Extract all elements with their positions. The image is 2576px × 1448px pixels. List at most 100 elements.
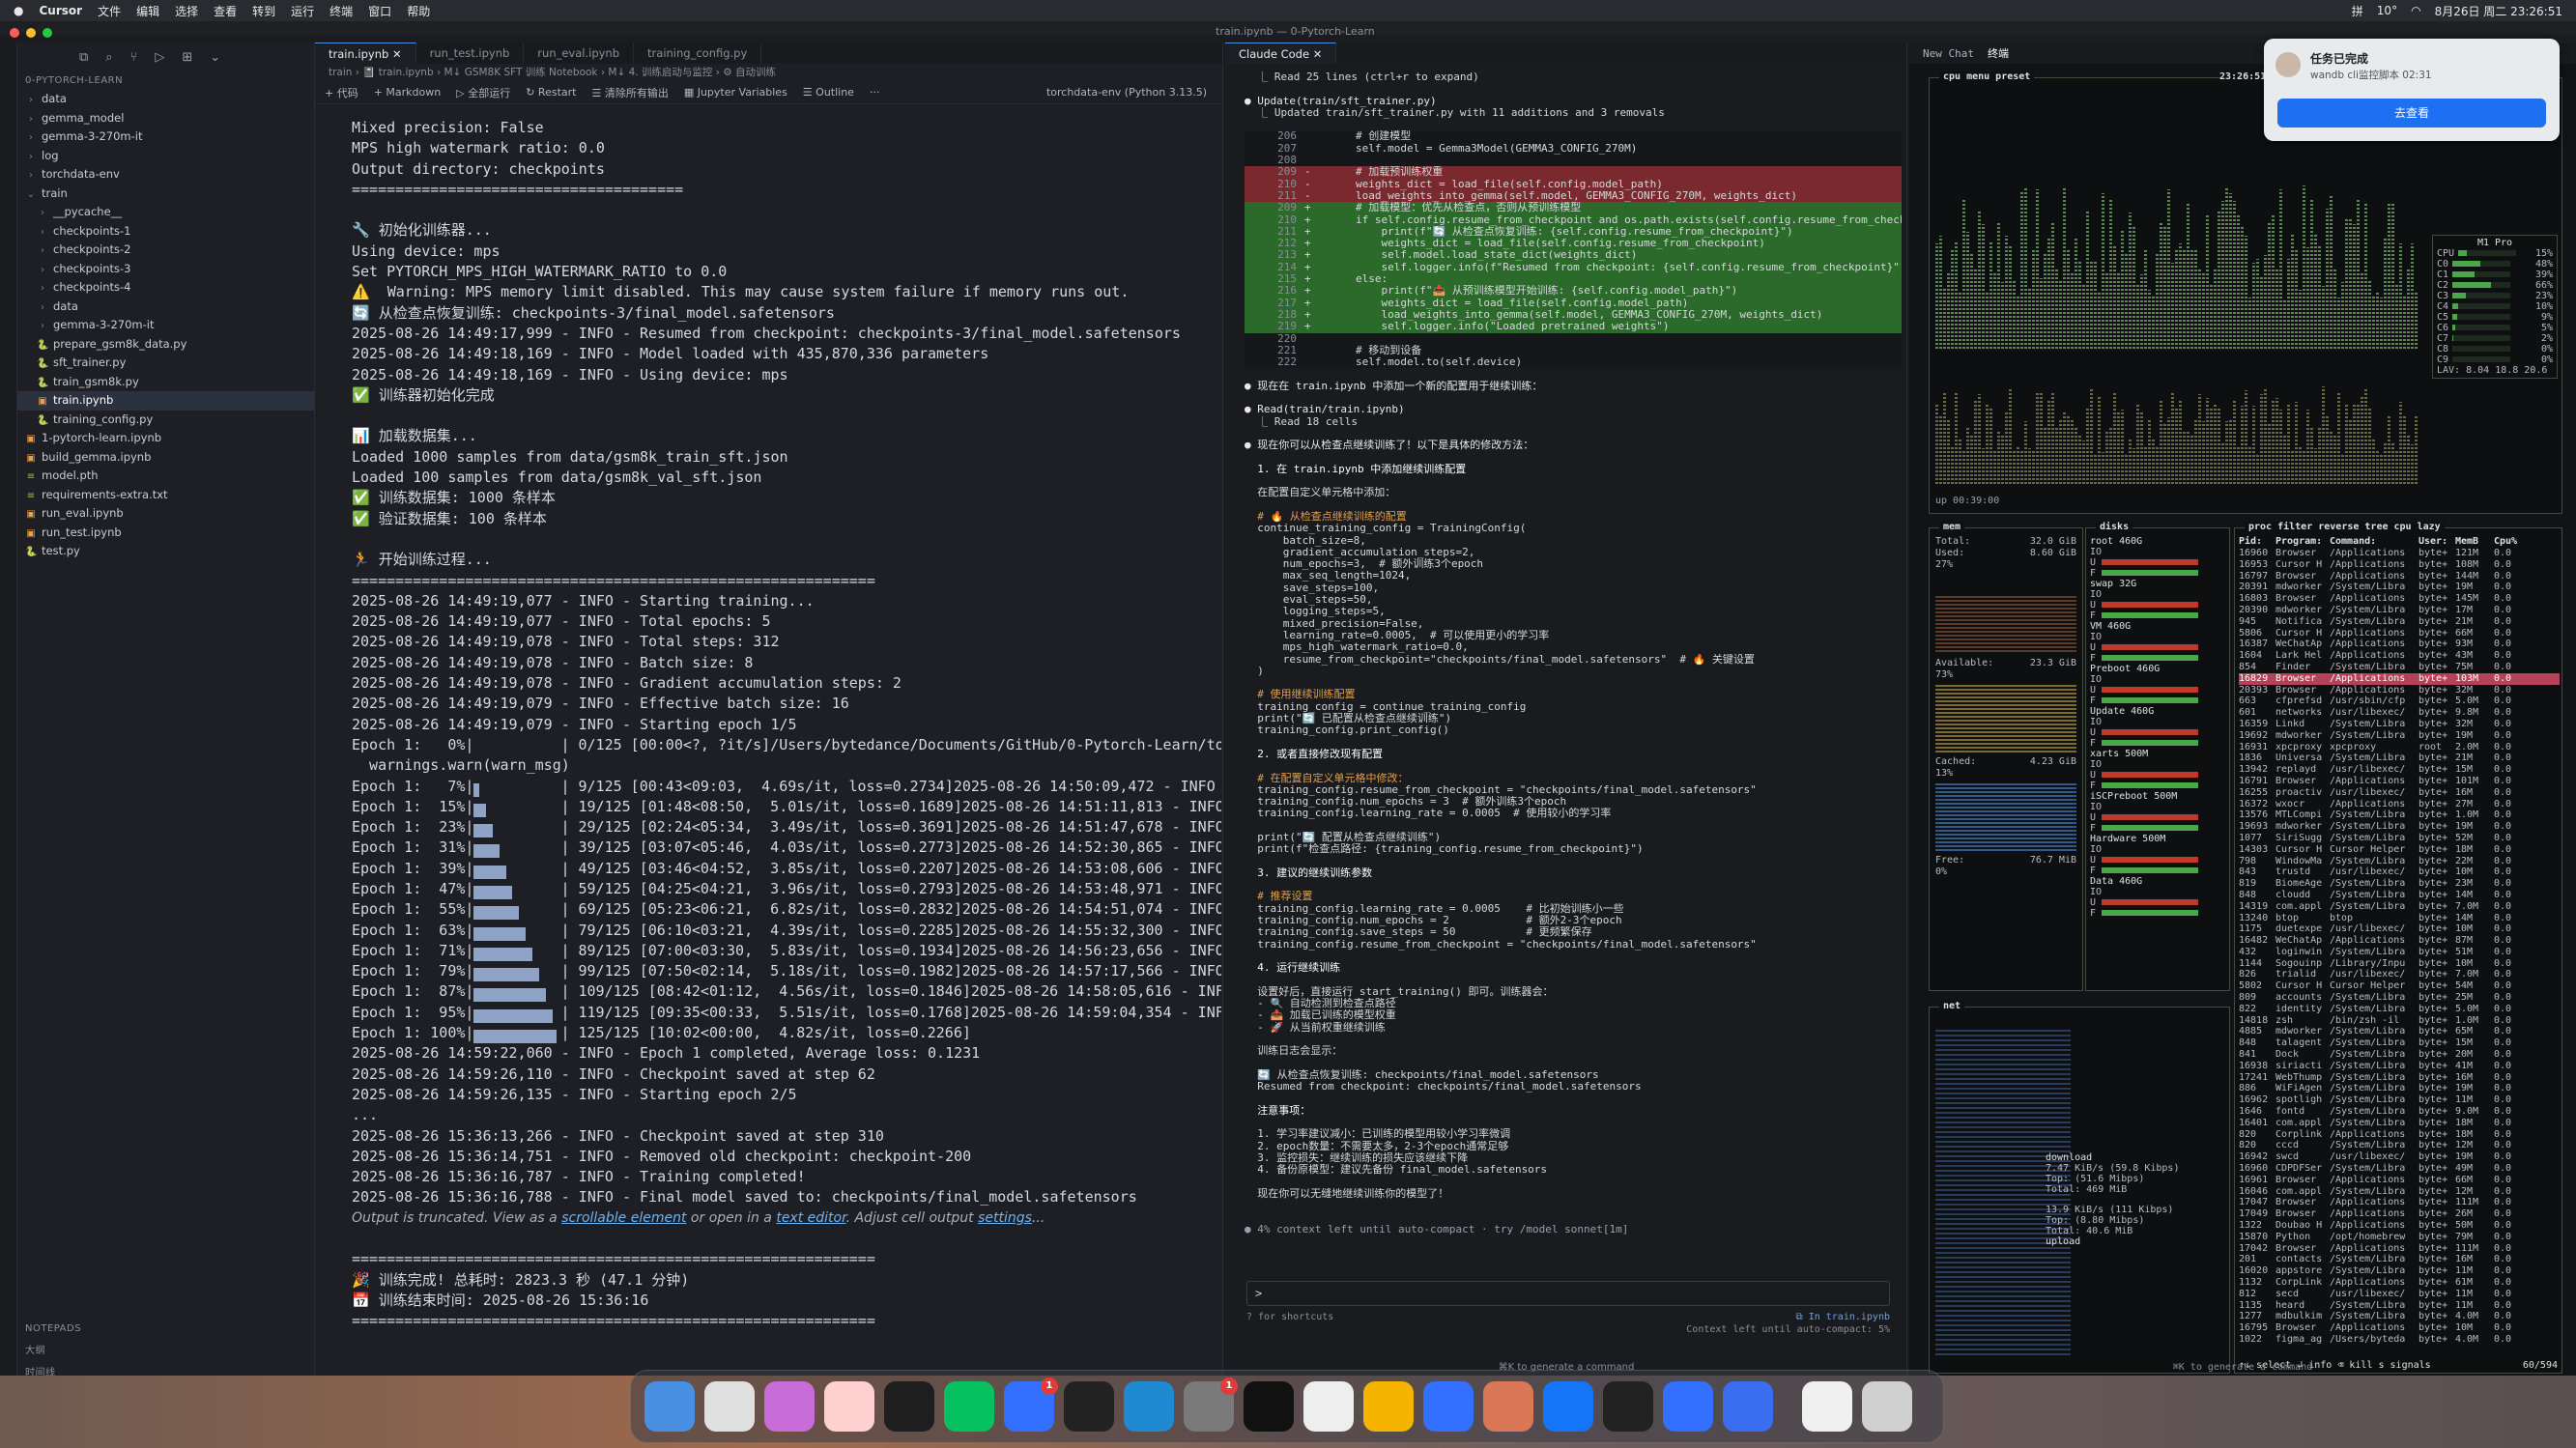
file-tree-item[interactable]: › gemma_model	[17, 109, 314, 128]
proc-row[interactable]: 432 loginwin/System/Libra byte+ 51M 0.0	[2239, 947, 2560, 958]
settings-link[interactable]: settings	[978, 1210, 1032, 1226]
cursor-icon[interactable]	[1244, 1381, 1294, 1432]
proc-row[interactable]: 1277 mdbulkim/System/Libra byte+ 4.0M 0.0	[2239, 1311, 2560, 1322]
proc-row[interactable]: 1322 Doubao H/Applications byte+ 50M 0.0	[2239, 1220, 2560, 1232]
proc-row[interactable]: 5806 Cursor H/Applications byte+ 66M 0.0	[2239, 628, 2560, 639]
proc-row[interactable]: 4885 mdworker/System/Libra byte+ 65M 0.0	[2239, 1026, 2560, 1037]
proc-row[interactable]: 848 cloudd/System/Libra byte+ 14M 0.0	[2239, 890, 2560, 901]
proc-row[interactable]: 819 BiomeAge/System/Libra byte+ 23M 0.0	[2239, 878, 2560, 890]
file-tree-item[interactable]: › checkpoints-2	[17, 241, 314, 260]
source-control-icon[interactable]: ⑂	[130, 50, 138, 65]
proc-row[interactable]: 848 talagent/System/Libra byte+ 15M 0.0	[2239, 1037, 2560, 1049]
file-tree-item[interactable]: › torchdata-env	[17, 165, 314, 185]
input-method-indicator[interactable]: 拼	[2352, 3, 2363, 19]
tab-terminal[interactable]: 终端	[1988, 45, 2009, 61]
proc-row[interactable]: 14818 zsh/bin/zsh -il byte+ 1.0M 0.0	[2239, 1015, 2560, 1027]
claude-icon[interactable]	[1483, 1381, 1533, 1432]
proc-row[interactable]: 14303 Cursor H Cursor Helper byte+ 18M 0.0	[2239, 844, 2560, 856]
notebook-toolbar-button[interactable]: + Markdown	[374, 86, 442, 99]
wifi-icon[interactable]: ◠	[2411, 4, 2420, 17]
proc-row[interactable]: 16359 Linkd/System/Libra byte+ 32M 0.0	[2239, 719, 2560, 730]
trash-icon[interactable]	[1862, 1381, 1912, 1432]
menu-item[interactable]: 帮助	[407, 3, 430, 19]
proc-row[interactable]: 19692 mdworker/System/Libra byte+ 19M 0.0	[2239, 730, 2560, 742]
close-window-button[interactable]	[10, 28, 19, 38]
view-button[interactable]: 去查看	[2277, 99, 2546, 128]
kernel-selector[interactable]: torchdata-env (Python 3.13.5)	[1046, 86, 1207, 99]
menu-item[interactable]: 转到	[252, 3, 275, 19]
notebook-toolbar-button[interactable]: + 代码	[325, 85, 358, 100]
proc-row[interactable]: 201 contacts/System/Libra byte+ 16M 0.0	[2239, 1254, 2560, 1265]
file-tree-item[interactable]: ≡ requirements-extra.txt	[17, 486, 314, 505]
file-tree-item[interactable]: › checkpoints-3	[17, 260, 314, 279]
outline-section[interactable]: 大纲	[17, 1338, 314, 1360]
file-tree-item[interactable]: › checkpoints-1	[17, 222, 314, 241]
launchpad-icon[interactable]	[704, 1381, 755, 1432]
proc-row[interactable]: 17042 Browser/Applications byte+ 111M 0.0	[2239, 1243, 2560, 1255]
proc-row[interactable]: 13576 MTLCompi/System/Libra byte+ 1.0M 0.0	[2239, 809, 2560, 821]
scrollable-element-link[interactable]: scrollable element	[561, 1210, 686, 1226]
notebook-toolbar-button[interactable]: ▦ Jupyter Variables	[684, 86, 787, 99]
run-debug-icon[interactable]: ▷	[155, 50, 164, 65]
tab-training-config[interactable]: training_config.py	[634, 43, 762, 64]
proc-row[interactable]: 601 networks/usr/libexec/byte+ 9.8M 0.0	[2239, 707, 2560, 719]
proc-row[interactable]: 1836 Universa/System/Libra byte+ 21M 0.0	[2239, 752, 2560, 764]
proc-row[interactable]: 15870 Python/opt/homebrew byte+ 79M 0.0	[2239, 1232, 2560, 1243]
file-tree-item[interactable]: 🐍 train_gsm8k.py	[17, 373, 314, 392]
file-tree-item[interactable]: ▣ train.ipynb	[17, 391, 314, 411]
proc-row[interactable]: 13942 replayd/usr/libexec/byte+ 15M 0.0	[2239, 764, 2560, 776]
instruments-icon[interactable]	[1723, 1381, 1773, 1432]
proc-row[interactable]: 20393 Browser/Applications byte+ 32M 0.0	[2239, 685, 2560, 696]
proc-row[interactable]: 16046 com.appl/System/Libra byte+ 12M 0.0	[2239, 1186, 2560, 1198]
file-tree-item[interactable]: › data	[17, 90, 314, 109]
wechat-icon[interactable]	[944, 1381, 994, 1432]
menu-item[interactable]: 查看	[214, 3, 237, 19]
proc-row[interactable]: 16795 Browser/Applications byte+ 10M 0.0	[2239, 1322, 2560, 1334]
text-editor-link[interactable]: text editor	[776, 1210, 845, 1226]
file-tree-item[interactable]: › log	[17, 147, 314, 166]
weather-indicator[interactable]: 10°	[2377, 4, 2397, 17]
file-tree-item[interactable]: 🐍 test.py	[17, 542, 314, 561]
proc-row[interactable]: 1135 heard/System/Libra byte+ 11M 0.0	[2239, 1300, 2560, 1312]
proc-row[interactable]: 20391 mdworker/System/Libra byte+ 19M 0.0	[2239, 582, 2560, 593]
proc-row[interactable]: 820 Corplink/Applications byte+ 18M 0.0	[2239, 1129, 2560, 1141]
notification-banner[interactable]: 任务已完成 wandb cli监控脚本 02:31 去查看	[2264, 39, 2560, 141]
proc-row[interactable]: 16962 spotligh/System/Libra byte+ 11M 0.0	[2239, 1094, 2560, 1106]
preview-icon[interactable]	[1802, 1381, 1852, 1432]
chevron-down-icon[interactable]: ⌄	[210, 50, 220, 65]
notebook-toolbar-button[interactable]: ↻ Restart	[526, 86, 576, 99]
file-tree-item[interactable]: ≡ model.pth	[17, 467, 314, 486]
proc-row[interactable]: 809 accounts/System/Libra byte+ 25M 0.0	[2239, 992, 2560, 1004]
extensions-icon[interactable]: ⊞	[182, 50, 192, 65]
proc-row[interactable]: 16953 Cursor H/Applications byte+ 108M 0.0	[2239, 559, 2560, 571]
minimize-window-button[interactable]	[26, 28, 36, 38]
tab-claude-code[interactable]: Claude Code ✕	[1225, 43, 1337, 64]
proc-row[interactable]: 16960 CDPDFSer/System/Libra byte+ 49M 0.0	[2239, 1163, 2560, 1175]
proc-row[interactable]: 16960 Browser/Applications byte+ 121M 0.0	[2239, 548, 2560, 559]
notebook-toolbar-button[interactable]: ···	[870, 86, 880, 99]
proc-row[interactable]: 1022 figma_ag/Users/byteda byte+ 4.0M 0.0	[2239, 1334, 2560, 1346]
notebook-toolbar-button[interactable]: ☰ Outline	[803, 86, 854, 99]
feishu2-icon[interactable]	[1663, 1381, 1713, 1432]
proc-row[interactable]: 16482 WeChatAp/Applications byte+ 87M 0.0	[2239, 935, 2560, 947]
proc-row[interactable]: 1132 CorpLink/Applications byte+ 61M 0.0	[2239, 1277, 2560, 1289]
menu-item[interactable]: 文件	[98, 3, 121, 19]
proc-row[interactable]: 886 WiFiAgen/System/Libra byte+ 19M 0.0	[2239, 1083, 2560, 1094]
xcode-icon[interactable]	[1543, 1381, 1593, 1432]
in-file-indicator[interactable]: ⧉ In train.ipynb	[1796, 1312, 1890, 1322]
file-tree-item[interactable]: › gemma-3-270m-it	[17, 316, 314, 335]
tab-train-ipynb[interactable]: train.ipynb ✕	[315, 43, 416, 64]
files-icon[interactable]: ⧉	[79, 50, 88, 65]
proc-row[interactable]: 16829 Browser/Applications byte+ 103M 0.0	[2239, 672, 2560, 685]
proc-row[interactable]: 13240 btop btop byte+ 14M 0.0	[2239, 913, 2560, 924]
breadcrumb[interactable]: train › 📓 train.ipynb › M↓ GSM8K SFT 训练 …	[315, 64, 1222, 81]
proc-row[interactable]: 16961 Browser/Applications byte+ 66M 0.0	[2239, 1175, 2560, 1186]
file-tree-item[interactable]: › checkpoints-4	[17, 278, 314, 298]
file-tree-item[interactable]: 🐍 sft_trainer.py	[17, 354, 314, 373]
proc-row[interactable]: 16942 swcd/usr/libexec/byte+ 19M 0.0	[2239, 1151, 2560, 1163]
chat-input[interactable]: >	[1246, 1281, 1890, 1306]
proc-row[interactable]: 854 Finder/System/Libra byte+ 75M 0.0	[2239, 662, 2560, 673]
openai-icon[interactable]	[1303, 1381, 1354, 1432]
notepads-section[interactable]: NOTEPADS	[17, 1320, 314, 1338]
file-tree-item[interactable]: ▣ run_eval.ipynb	[17, 504, 314, 524]
